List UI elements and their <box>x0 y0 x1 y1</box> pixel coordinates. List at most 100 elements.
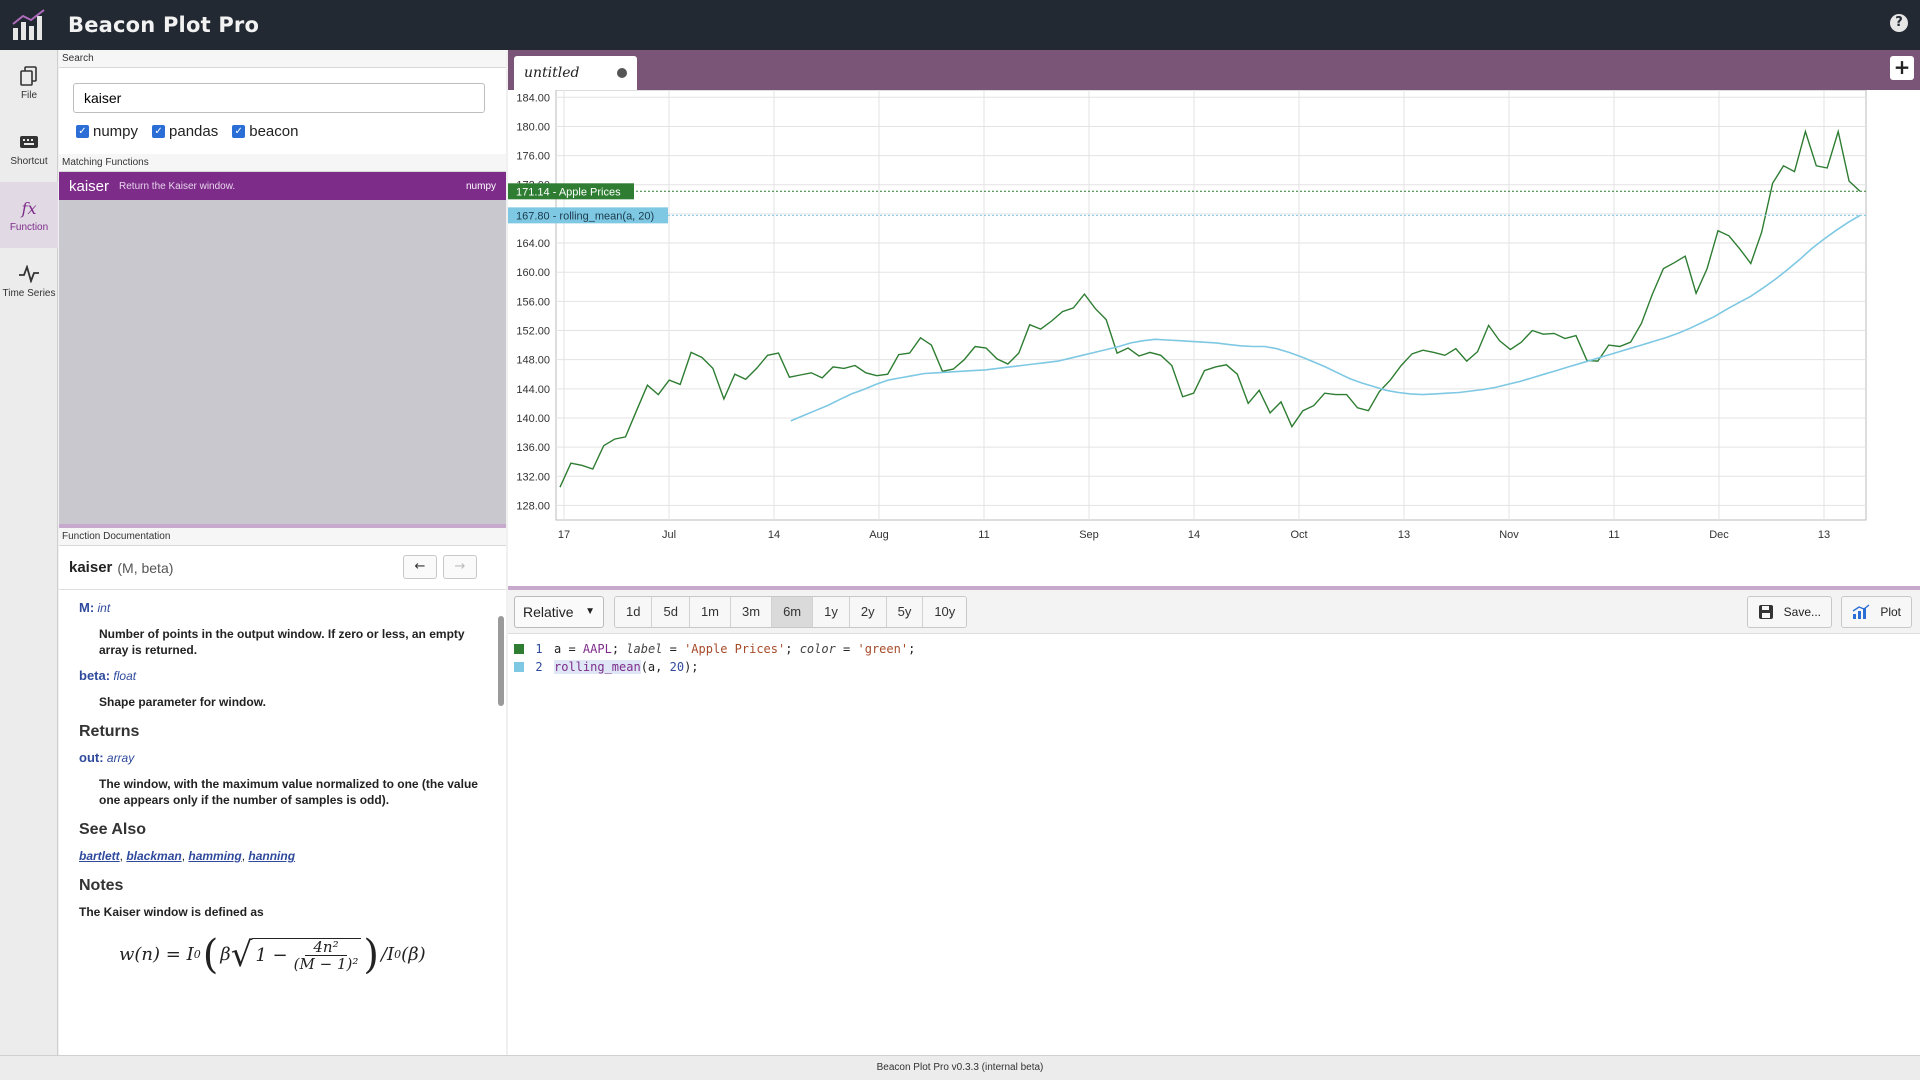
checkbox-checked-icon[interactable]: ✓ <box>76 125 89 138</box>
icon-rail: File Shortcut fx Function Time Series <box>0 50 58 1055</box>
param-desc: Shape parameter for window. <box>99 695 266 709</box>
save-label: Save... <box>1783 605 1821 619</box>
y-tick-label: 144.00 <box>516 384 550 396</box>
see-also-heading: See Also <box>79 821 146 838</box>
forward-button[interactable]: → <box>443 555 477 579</box>
arrow-right-icon: → <box>454 559 466 574</box>
filter-label: beacon <box>249 123 299 140</box>
line-number: 1 <box>535 642 543 656</box>
arrow-left-icon: ← <box>414 559 426 574</box>
range-buttons: 1d 5d 1m 3m 6m 1y 2y 5y 10y <box>614 595 968 628</box>
x-tick-label: Nov <box>1499 529 1519 541</box>
chart-area[interactable]: 128.00 132.00 136.00 140.00 144.00 148.00 152.… <box>508 90 1920 586</box>
rail-shortcut-label: Shortcut <box>10 156 48 167</box>
return-name: out: <box>79 750 104 765</box>
back-button[interactable]: ← <box>403 555 437 579</box>
return-type: array <box>106 751 135 765</box>
checkbox-checked-icon[interactable]: ✓ <box>152 125 166 138</box>
x-tick-label: 17 <box>558 529 570 541</box>
filter-pandas[interactable]: ✓ pandas <box>152 123 218 140</box>
range-10y[interactable]: 10y <box>923 596 967 627</box>
bar-chart-logo-icon <box>0 0 58 50</box>
range-6m[interactable]: 6m <box>772 596 814 627</box>
y-tick-label: 128.00 <box>516 500 550 512</box>
y-tick-label: 136.00 <box>516 442 550 454</box>
plus-icon: + <box>1893 55 1911 79</box>
range-1y[interactable]: 1y <box>813 596 850 627</box>
last-value-label: 167.80 - rolling_mean(a, 20) <box>516 210 654 222</box>
rail-shortcut[interactable]: Shortcut <box>0 116 58 182</box>
x-tick-label: Jul <box>662 529 676 541</box>
x-tick-label: 14 <box>1188 529 1200 541</box>
tab-title: untitled <box>524 65 580 81</box>
x-tick-label: 14 <box>768 529 780 541</box>
plot-label: Plot <box>1880 605 1901 619</box>
y-tick-label: 184.00 <box>516 92 550 104</box>
rail-time-series[interactable]: Time Series <box>0 248 58 314</box>
y-tick-label: 180.00 <box>516 121 550 133</box>
filter-label: pandas <box>169 123 219 140</box>
y-tick-label: 176.00 <box>516 151 550 163</box>
x-tick-label: 11 <box>978 529 989 541</box>
price-chart[interactable]: 128.00 132.00 136.00 140.00 144.00 148.00 152.… <box>508 90 1920 586</box>
notes-heading: Notes <box>79 877 124 894</box>
function-lib: numpy <box>465 180 496 192</box>
save-button[interactable]: Save... <box>1746 596 1832 628</box>
help-icon[interactable]: ? <box>1890 14 1908 32</box>
param-type: float <box>113 669 137 683</box>
filter-numpy[interactable]: ✓ numpy <box>76 123 138 140</box>
list-item[interactable]: kaiser Return the Kaiser window. numpy <box>59 172 506 200</box>
app-title: Beacon Plot Pro <box>68 13 260 37</box>
rail-time-series-label: Time Series <box>2 288 56 299</box>
rail-file[interactable]: File <box>0 50 58 116</box>
range-2y[interactable]: 2y <box>849 596 887 627</box>
search-input[interactable] <box>73 83 485 113</box>
range-3m[interactable]: 3m <box>731 596 773 627</box>
x-tick-label: 11 <box>1608 529 1619 541</box>
plot-toolbar: Relative ▼ 1d 5d 1m 3m 6m 1y 2y 5y 10y S… <box>508 590 1920 634</box>
range-5d[interactable]: 5d <box>652 596 690 627</box>
file-copy-icon <box>20 65 38 87</box>
x-tick-label: Sep <box>1079 529 1099 541</box>
series-color-swatch <box>514 644 524 654</box>
range-1d[interactable]: 1d <box>615 596 653 627</box>
mode-value: Relative <box>523 603 574 620</box>
y-tick-label: 160.00 <box>516 267 550 279</box>
search-section: Search ✓numpy ✓pandas ✓beacon <box>59 50 506 154</box>
last-value-label: 171.14 - Apple Prices <box>516 186 621 198</box>
rail-function[interactable]: fx Function <box>0 182 58 248</box>
code-line-1[interactable]: 1 a = AAPL; label = 'Apple Prices'; colo… <box>508 640 915 658</box>
rail-file-label: File <box>20 90 38 101</box>
plot-button[interactable]: Plot <box>1841 596 1912 628</box>
see-also-link[interactable]: hanning <box>248 849 295 863</box>
floppy-disk-icon <box>1758 605 1773 619</box>
code-editor[interactable]: 1 a = AAPL; label = 'Apple Prices'; colo… <box>508 634 1920 1051</box>
add-tab-button[interactable]: + <box>1890 56 1914 80</box>
y-tick-label: 132.00 <box>516 471 550 483</box>
checkbox-checked-icon[interactable]: ✓ <box>232 125 246 138</box>
tab-untitled[interactable]: untitled <box>514 56 637 90</box>
keyboard-icon <box>19 131 39 153</box>
see-also-link[interactable]: blackman <box>126 849 181 863</box>
filter-beacon[interactable]: ✓ beacon <box>232 123 298 140</box>
doc-title-row: kaiser (M, beta) ← → <box>59 546 506 590</box>
plot-workspace: untitled + 128.00 132.00 136.00 140.00 144.0… <box>508 50 1920 1055</box>
matching-functions-list: kaiser Return the Kaiser window. numpy <box>59 172 506 524</box>
series-color-swatch <box>514 662 524 672</box>
tab-bar: untitled + <box>508 50 1920 90</box>
y-tick-label: 164.00 <box>516 238 550 250</box>
see-also-link[interactable]: bartlett <box>79 849 120 863</box>
library-filters: ✓ numpy ✓ pandas ✓ beacon <box>76 123 298 140</box>
range-5y[interactable]: 5y <box>886 596 924 627</box>
doc-scrollbar[interactable] <box>498 616 504 706</box>
param-name: M: <box>79 600 95 615</box>
doc-signature: (M, beta) <box>117 559 174 576</box>
return-desc: The window, with the maximum value norma… <box>99 777 478 807</box>
unsaved-dot-icon[interactable] <box>617 68 627 78</box>
range-1m[interactable]: 1m <box>689 596 731 627</box>
code-line-2[interactable]: 2 rolling_mean(a, 20); <box>508 658 699 676</box>
mode-select[interactable]: Relative ▼ <box>514 595 604 628</box>
see-also-link[interactable]: hamming <box>188 849 241 863</box>
status-bar: Beacon Plot Pro v0.3.3 (internal beta) <box>0 1055 1920 1080</box>
x-tick-label: Oct <box>1290 529 1307 541</box>
